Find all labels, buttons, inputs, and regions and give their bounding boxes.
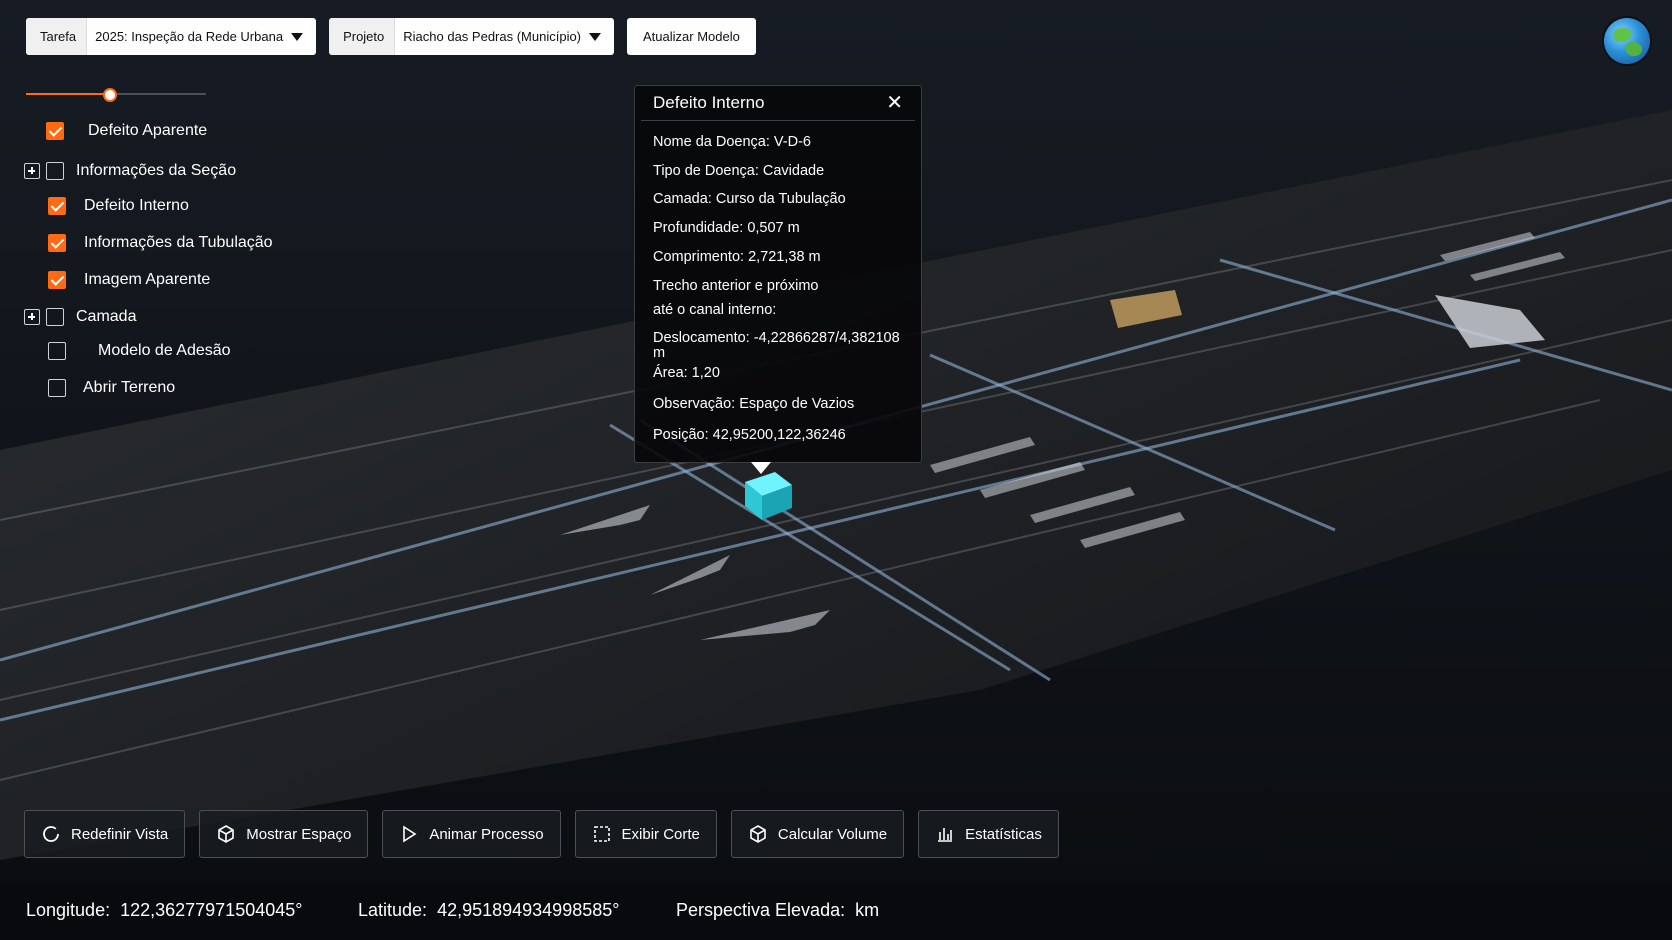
cube-icon: [218, 825, 235, 843]
checkbox[interactable]: [48, 234, 66, 252]
checkbox[interactable]: [46, 308, 64, 326]
tool-label: Estatísticas: [965, 825, 1042, 843]
latitude-value: 42,951894934998585°: [437, 900, 620, 920]
layer-label: Abrir Terreno: [83, 379, 176, 396]
popup-line: até o canal interno:: [653, 302, 777, 318]
play-icon: [403, 825, 417, 843]
layer-item[interactable]: Camada: [24, 305, 136, 329]
task-value: 2025: Inspeção da Rede Urbana: [95, 29, 284, 44]
popup-line: Nome da Doença: V-D-6: [653, 134, 811, 150]
layer-item[interactable]: Informações da Seção: [24, 159, 236, 183]
project-select[interactable]: Projeto Riacho das Pedras (Município): [329, 18, 615, 55]
top-toolbar: Tarefa 2025: Inspeção da Rede Urbana Pro…: [26, 18, 756, 55]
expand-icon[interactable]: [24, 309, 40, 325]
layer-item[interactable]: Imagem Aparente: [48, 268, 210, 292]
bottom-toolbar: Redefinir Vista Mostrar Espaço Animar Pr…: [24, 810, 1059, 858]
popup-line: Área: 1,20: [653, 365, 720, 381]
animate-process-button[interactable]: Animar Processo: [382, 810, 561, 858]
layer-label: Modelo de Adesão: [98, 342, 231, 359]
longitude-label: Longitude:: [26, 900, 111, 920]
popup-line: Profundidade: 0,507 m: [653, 220, 800, 236]
longitude-value: 122,36277971504045°: [120, 900, 303, 920]
show-space-button[interactable]: Mostrar Espaço: [199, 810, 369, 858]
checkbox[interactable]: [48, 379, 66, 397]
layer-label: Informações da Seção: [76, 162, 237, 179]
refresh-icon: [43, 826, 59, 842]
layer-item[interactable]: Modelo de Adesão: [48, 339, 231, 363]
cube-icon: [750, 825, 766, 843]
layer-label: Camada: [76, 308, 137, 325]
layer-label: Imagem Aparente: [84, 271, 211, 288]
globe-icon[interactable]: [1604, 18, 1650, 64]
expand-icon[interactable]: [24, 163, 40, 179]
elevation-value: km: [855, 900, 880, 920]
popup-line: m: [653, 345, 666, 361]
popup-header: Defeito Interno ✕: [641, 86, 915, 121]
calculate-volume-button[interactable]: Calcular Volume: [730, 810, 905, 858]
project-value: Riacho das Pedras (Município): [403, 29, 582, 44]
chevron-down-icon: [291, 32, 304, 41]
tool-label: Redefinir Vista: [71, 825, 169, 843]
opacity-slider[interactable]: [26, 88, 206, 102]
checkbox[interactable]: [46, 122, 64, 140]
project-label: Projeto: [329, 18, 396, 55]
defect-info-popup: Defeito Interno ✕ Nome da Doença: V-D-6 …: [634, 85, 922, 474]
popup-line: Trecho anterior e próximo: [653, 278, 819, 294]
layer-label: Informações da Tubulação: [84, 234, 273, 251]
checkbox[interactable]: [46, 162, 64, 180]
latitude-label: Latitude:: [358, 900, 428, 920]
close-icon[interactable]: ✕: [886, 93, 903, 113]
layer-label: Defeito Aparente: [88, 122, 208, 139]
popup-line: Deslocamento: -4,22866287/4,382108: [653, 330, 900, 346]
reset-view-button[interactable]: Redefinir Vista: [24, 810, 186, 858]
tool-label: Mostrar Espaço: [246, 825, 352, 843]
checkbox[interactable]: [48, 197, 66, 215]
popup-line: Comprimento: 2,721,38 m: [653, 249, 821, 265]
layer-item[interactable]: Informações da Tubulação: [48, 231, 273, 255]
checkbox[interactable]: [48, 342, 66, 360]
bar-chart-icon: [938, 828, 953, 842]
layer-label: Defeito Interno: [84, 197, 189, 214]
popup-title: Defeito Interno: [653, 93, 765, 112]
longitude-readout: Longitude: 122,36277971504045°: [26, 900, 302, 921]
statistics-button[interactable]: Estatísticas: [918, 810, 1059, 858]
dashed-square-icon: [593, 826, 610, 842]
elevation-label: Perspectiva Elevada:: [676, 900, 846, 920]
show-cut-button[interactable]: Exibir Corte: [574, 810, 717, 858]
layer-item[interactable]: Abrir Terreno: [48, 376, 175, 400]
latitude-readout: Latitude: 42,951894934998585°: [358, 900, 619, 921]
tool-label: Exibir Corte: [621, 825, 700, 843]
popup-pointer: [751, 462, 771, 474]
task-label: Tarefa: [26, 18, 88, 55]
tool-label: Animar Processo: [429, 825, 544, 843]
slider-thumb[interactable]: [102, 88, 117, 102]
elevation-readout: Perspectiva Elevada: km: [676, 900, 879, 921]
status-bar: Longitude: 122,36277971504045° Latitude: 4…: [0, 884, 1672, 940]
task-select[interactable]: Tarefa 2025: Inspeção da Rede Urbana: [26, 18, 317, 55]
layer-item[interactable]: Defeito Interno: [48, 194, 189, 218]
checkbox[interactable]: [48, 271, 66, 289]
chevron-down-icon: [589, 32, 602, 41]
popup-line: Observação: Espaço de Vazios: [653, 396, 855, 412]
tool-label: Calcular Volume: [777, 825, 888, 843]
popup-line: Tipo de Doença: Cavidade: [653, 163, 825, 179]
layer-item[interactable]: Defeito Aparente: [46, 119, 207, 143]
popup-line: Camada: Curso da Tubulação: [653, 191, 846, 207]
popup-line: Posição: 42,95200,122,36246: [653, 427, 846, 443]
update-model-button[interactable]: Atualizar Modelo: [627, 18, 756, 55]
